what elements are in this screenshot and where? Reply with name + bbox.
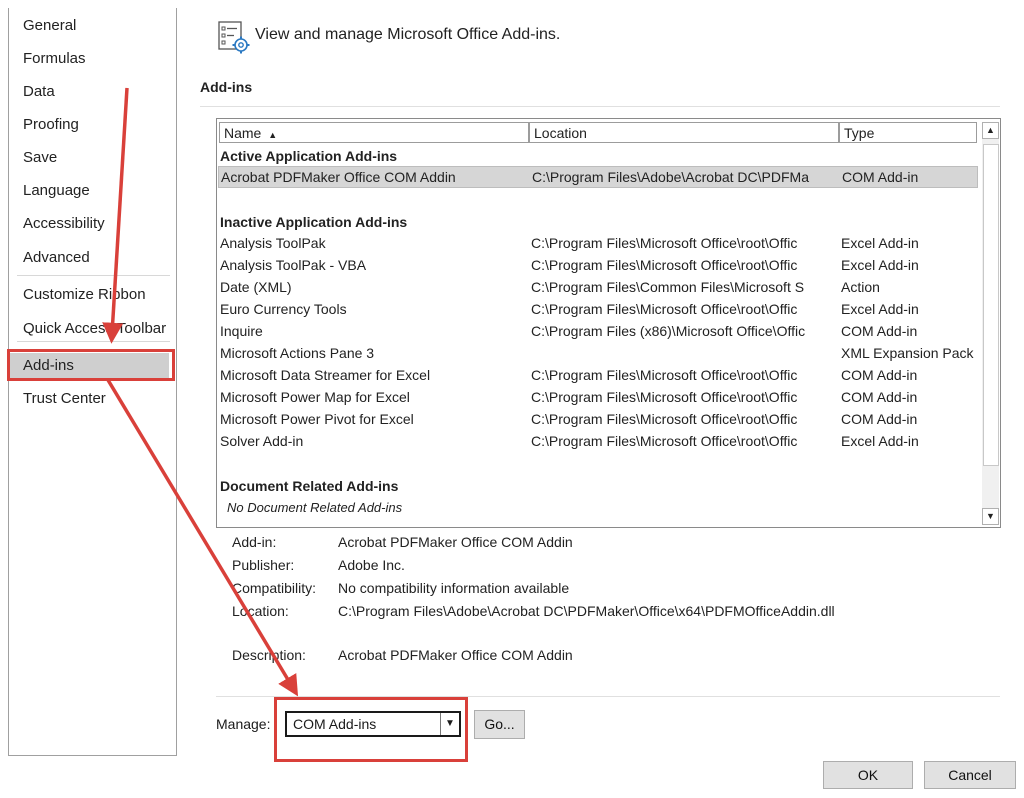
addin-name-cell: Acrobat PDFMaker Office COM Addin [221, 169, 456, 185]
addin-name-cell: Date (XML) [220, 279, 292, 295]
detail-addin-value: Acrobat PDFMaker Office COM Addin [338, 534, 573, 550]
nav-separator [17, 341, 170, 342]
table-row[interactable]: Analysis ToolPak - VBA C:\Program Files\M… [218, 255, 978, 277]
nav-item-language[interactable]: Language [10, 178, 169, 204]
column-header-location[interactable]: Location [529, 122, 839, 143]
nav-item-trust-center[interactable]: Trust Center [10, 386, 169, 412]
addin-type-cell: COM Add-in [842, 169, 919, 185]
sort-ascending-icon: ▲ [268, 130, 278, 140]
manage-highlight-box [274, 697, 468, 762]
addin-type-cell: COM Add-in [841, 367, 918, 383]
addin-name-cell: Microsoft Actions Pane 3 [220, 345, 375, 361]
detail-compatibility-value: No compatibility information available [338, 580, 570, 596]
detail-publisher-value: Adobe Inc. [338, 557, 405, 573]
section-divider [200, 106, 1000, 107]
group-header-document: Document Related Add-ins [220, 478, 399, 494]
addin-type-cell: COM Add-in [841, 323, 918, 339]
column-header-name-label: Name [224, 125, 262, 141]
section-title: Add-ins [200, 79, 253, 95]
list-scrollbar[interactable]: ▲ ▼ [982, 122, 999, 525]
detail-publisher-label: Publisher: [232, 557, 295, 573]
addin-location-cell: C:\Program Files\Microsoft Office\root\O… [531, 389, 798, 405]
detail-compatibility-label: Compatibility: [232, 580, 317, 596]
nav-item-data[interactable]: Data [10, 79, 169, 105]
detail-addin-label: Add-in: [232, 534, 277, 550]
detail-description-value: Acrobat PDFMaker Office COM Addin [338, 647, 573, 663]
addin-type-cell: COM Add-in [841, 389, 918, 405]
nav-item-customize-ribbon[interactable]: Customize Ribbon [10, 282, 169, 308]
page-heading: View and manage Microsoft Office Add-ins… [255, 26, 561, 43]
table-row[interactable]: Microsoft Power Map for Excel C:\Program … [218, 387, 978, 409]
table-row[interactable]: Solver Add-in C:\Program Files\Microsoft … [218, 431, 978, 453]
table-row[interactable]: Acrobat PDFMaker Office COM Addin C:\Prog… [218, 166, 978, 188]
no-document-addins-text: No Document Related Add-ins [227, 500, 403, 515]
scroll-down-arrow-icon[interactable]: ▼ [982, 508, 999, 525]
addin-type-cell: COM Add-in [841, 411, 918, 427]
table-row[interactable]: Date (XML) C:\Program Files\Common Files\… [218, 277, 978, 299]
column-header-type[interactable]: Type [839, 122, 977, 143]
nav-item-accessibility[interactable]: Accessibility [10, 211, 169, 237]
table-row[interactable]: Euro Currency Tools C:\Program Files\Micr… [218, 299, 978, 321]
go-button[interactable]: Go... [474, 710, 525, 739]
table-row[interactable]: Microsoft Data Streamer for Excel C:\Prog… [218, 365, 978, 387]
ok-button[interactable]: OK [823, 761, 913, 789]
detail-location-value: C:\Program Files\Adobe\Acrobat DC\PDFMak… [338, 603, 835, 619]
column-header-name[interactable]: Name ▲ [219, 122, 529, 143]
addin-type-cell: Action [841, 279, 880, 295]
addin-type-cell: Excel Add-in [841, 433, 919, 449]
addin-location-cell: C:\Program Files\Microsoft Office\root\O… [531, 433, 798, 449]
addins-highlight-box [7, 349, 175, 381]
table-row[interactable]: Analysis ToolPak C:\Program Files\Microso… [218, 233, 978, 255]
addin-name-cell: Analysis ToolPak [220, 235, 326, 251]
addin-name-cell: Inquire [220, 323, 263, 339]
nav-item-proofing[interactable]: Proofing [10, 112, 169, 138]
nav-separator [17, 275, 170, 276]
detail-description-label: Description: [232, 647, 306, 663]
options-nav-pane: General Formulas Data Proofing Save Language A… [8, 8, 177, 756]
addin-name-cell: Microsoft Data Streamer for Excel [220, 367, 431, 383]
table-row[interactable]: Microsoft Actions Pane 3 XML Expansion Pa… [218, 343, 978, 365]
scrollbar-thumb[interactable] [983, 144, 999, 466]
nav-item-quick-access-toolbar[interactable]: Quick Access Toolbar [10, 316, 169, 342]
addin-name-cell: Analysis ToolPak - VBA [220, 257, 367, 273]
addin-type-cell: Excel Add-in [841, 301, 919, 317]
addins-list[interactable]: Name ▲ Location Type Active Application … [216, 118, 1001, 528]
group-header-active: Active Application Add-ins [220, 148, 398, 164]
addin-location-cell: C:\Program Files\Microsoft Office\root\O… [531, 411, 798, 427]
addin-type-cell: XML Expansion Pack [841, 345, 974, 361]
addin-name-cell: Microsoft Power Pivot for Excel [220, 411, 414, 427]
detail-location-label: Location: [232, 603, 289, 619]
group-header-inactive: Inactive Application Add-ins [220, 214, 408, 230]
manage-label: Manage: [216, 716, 271, 732]
nav-item-save[interactable]: Save [10, 145, 169, 171]
table-row[interactable]: Inquire C:\Program Files (x86)\Microsoft … [218, 321, 978, 343]
addin-location-cell: C:\Program Files\Microsoft Office\root\O… [531, 257, 798, 273]
scroll-up-arrow-icon[interactable]: ▲ [982, 122, 999, 139]
addin-name-cell: Solver Add-in [220, 433, 304, 449]
addin-type-cell: Excel Add-in [841, 257, 919, 273]
addin-name-cell: Euro Currency Tools [220, 301, 347, 317]
addin-location-cell: C:\Program Files\Common Files\Microsoft … [531, 279, 805, 295]
addin-location-cell: C:\Program Files\Microsoft Office\root\O… [531, 235, 798, 251]
nav-item-general[interactable]: General [10, 13, 169, 39]
addin-location-cell: C:\Program Files (x86)\Microsoft Office\… [531, 323, 806, 339]
nav-item-advanced[interactable]: Advanced [10, 245, 169, 271]
nav-item-formulas[interactable]: Formulas [10, 46, 169, 72]
cancel-button[interactable]: Cancel [924, 761, 1016, 789]
addin-location-cell: C:\Program Files\Microsoft Office\root\O… [531, 301, 798, 317]
addin-name-cell: Microsoft Power Map for Excel [220, 389, 410, 405]
table-row[interactable]: Microsoft Power Pivot for Excel C:\Progra… [218, 409, 978, 431]
addins-settings-icon [218, 21, 250, 54]
addin-location-cell: C:\Program Files\Microsoft Office\root\O… [531, 367, 798, 383]
addin-location-cell: C:\Program Files\Adobe\Acrobat DC\PDFMa [532, 169, 809, 185]
addin-type-cell: Excel Add-in [841, 235, 919, 251]
